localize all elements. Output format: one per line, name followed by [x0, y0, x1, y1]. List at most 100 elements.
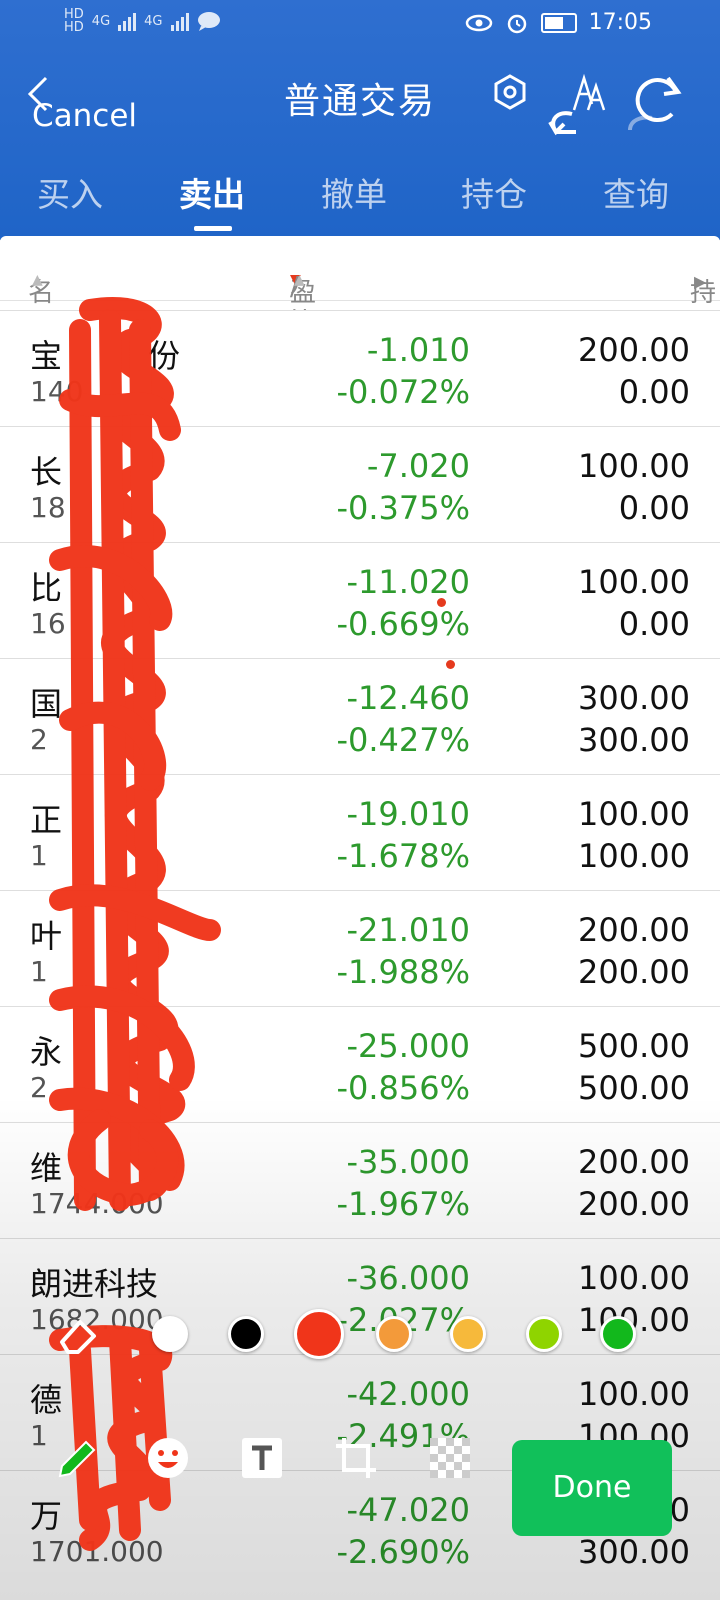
table-row[interactable]: 永 2 -25.000 -0.856% 500.00 500.00 [0, 1006, 720, 1122]
profit-loss-ratio: -0.669% [336, 605, 470, 643]
sim-badge: HD HD [64, 8, 84, 34]
table-row[interactable]: 正 1 -19.010 -1.678% 100.00 100.00 [0, 774, 720, 890]
crop-tool-icon[interactable] [332, 1434, 380, 1482]
eraser-icon[interactable] [56, 1312, 100, 1356]
tab-cancel-order[interactable]: 撤单 [284, 168, 424, 216]
network-label-2: 4G [144, 13, 163, 29]
market-value: 1 [30, 955, 48, 988]
tab-query[interactable]: 查询 [566, 168, 706, 216]
profit-loss: -19.010 [346, 795, 470, 833]
stock-name: 正 [30, 801, 63, 839]
stock-name-suffix: 份 [148, 337, 181, 375]
alarm-icon [507, 14, 526, 33]
profit-loss: -35.000 [346, 1143, 470, 1181]
color-swatch[interactable] [526, 1316, 562, 1352]
hexagon-settings-icon [494, 74, 526, 110]
color-swatch[interactable] [376, 1316, 412, 1352]
stock-name: 国 [30, 685, 63, 723]
color-swatch[interactable] [450, 1316, 486, 1352]
profit-loss-ratio: -0.427% [336, 721, 470, 759]
profit-loss: -1.010 [366, 331, 470, 369]
position-qty: 100.00 [578, 563, 690, 601]
app-header: HD HD 4G 4G 17:05 Cancel 普通交易 买入 卖出 撤单 持… [0, 0, 720, 240]
refresh-button[interactable] [622, 70, 692, 142]
stock-name: 维 [30, 1149, 63, 1187]
emoji-sticker-icon[interactable] [144, 1434, 192, 1482]
status-bar: HD HD 4G 4G 17:05 [0, 0, 720, 48]
table-header: 名称/市值▲ 盈亏▼/比例▲ 持仓/可用▶ [0, 236, 720, 419]
font-size-icon [548, 73, 606, 136]
trade-tabs: 买入 卖出 撤单 持仓 查询 [0, 160, 720, 240]
text-tool-icon[interactable] [238, 1434, 286, 1482]
done-button[interactable]: Done [512, 1440, 672, 1536]
font-size-button[interactable] [540, 70, 612, 142]
chevron-right-icon: ▶ [694, 272, 707, 291]
stock-name: 叶 [30, 917, 63, 955]
network-label-1: 4G [91, 13, 111, 29]
clock-time: 17:05 [588, 10, 652, 35]
position-qty: 500.00 [578, 1027, 690, 1065]
color-swatch[interactable] [152, 1316, 188, 1352]
position-qty: 200.00 [578, 1143, 690, 1181]
table-row[interactable]: 维 1744.000 -35.000 -1.967% 200.00 200.00 [0, 1122, 720, 1238]
annotation-dot [446, 660, 455, 669]
market-value: 18 [30, 491, 66, 524]
profit-loss: -36.000 [346, 1259, 470, 1297]
profit-loss-ratio: -1.988% [336, 953, 470, 991]
profit-loss-ratio: -1.967% [336, 1185, 470, 1223]
available-qty: 0.00 [618, 373, 690, 411]
position-qty: 100.00 [578, 795, 690, 833]
message-icon [197, 12, 220, 31]
sort-icon: ▲ [32, 272, 43, 288]
color-swatch[interactable] [294, 1309, 344, 1359]
available-qty: 0.00 [618, 605, 690, 643]
battery-icon [540, 12, 577, 33]
profit-loss-ratio: -0.375% [336, 489, 470, 527]
available-qty: 200.00 [578, 953, 690, 991]
pen-tool-icon[interactable] [52, 1434, 100, 1482]
market-value: 2 [30, 723, 48, 756]
color-swatch[interactable] [600, 1316, 636, 1352]
available-qty: 500.00 [578, 1069, 690, 1107]
available-qty: 200.00 [578, 1185, 690, 1223]
settings-button[interactable] [490, 72, 542, 124]
profit-loss: -12.460 [346, 679, 470, 717]
market-value: 16 [30, 607, 66, 640]
table-row[interactable]: 国 2 -12.460 -0.427% 300.00 300.00 [0, 658, 720, 774]
stock-name: 朗进科技 [30, 1265, 159, 1303]
color-swatch[interactable] [228, 1316, 264, 1352]
refresh-icon [628, 76, 682, 131]
market-value: 1744.000 [30, 1187, 164, 1220]
stock-name: 宝 [30, 337, 63, 375]
available-qty: 300.00 [578, 721, 690, 759]
sort-icon-2: ▲ [294, 272, 305, 288]
tab-sell[interactable]: 卖出 [142, 168, 282, 216]
profit-loss-ratio: -1.678% [336, 837, 470, 875]
stock-name: 比 [30, 569, 63, 607]
profit-loss-ratio: -0.856% [336, 1069, 470, 1107]
position-qty: 100.00 [578, 1259, 690, 1297]
market-value: 2 [30, 1071, 48, 1104]
table-row[interactable]: 叶 1 -21.010 -1.988% 200.00 200.00 [0, 890, 720, 1006]
market-value: 140 [30, 375, 84, 408]
position-qty: 200.00 [578, 331, 690, 369]
profit-loss: -7.020 [366, 447, 470, 485]
table-row[interactable]: 宝 140 -1.010 -0.072% 200.00 0.00 份 [0, 310, 720, 426]
active-tab-indicator [194, 226, 232, 231]
profit-loss-ratio: -0.072% [336, 373, 470, 411]
mosaic-tool-icon[interactable] [426, 1434, 474, 1482]
profit-loss: -25.000 [346, 1027, 470, 1065]
signal-icon-2 [170, 11, 189, 31]
sim2-label: HD [64, 20, 84, 35]
eye-icon [465, 14, 492, 31]
tab-holdings[interactable]: 持仓 [424, 168, 564, 216]
table-row[interactable]: 长 18 -7.020 -0.375% 100.00 0.00 [0, 426, 720, 542]
stock-name: 永 [30, 1033, 63, 1071]
annotation-dot [437, 598, 446, 607]
market-value: 1 [30, 839, 48, 872]
table-row[interactable]: 比 16 -11.020 -0.669% 100.00 0.00 [0, 542, 720, 658]
page-title: 普通交易 [283, 81, 436, 122]
position-qty: 200.00 [578, 911, 690, 949]
tab-buy[interactable]: 买入 [0, 168, 140, 216]
position-qty: 100.00 [578, 447, 690, 485]
